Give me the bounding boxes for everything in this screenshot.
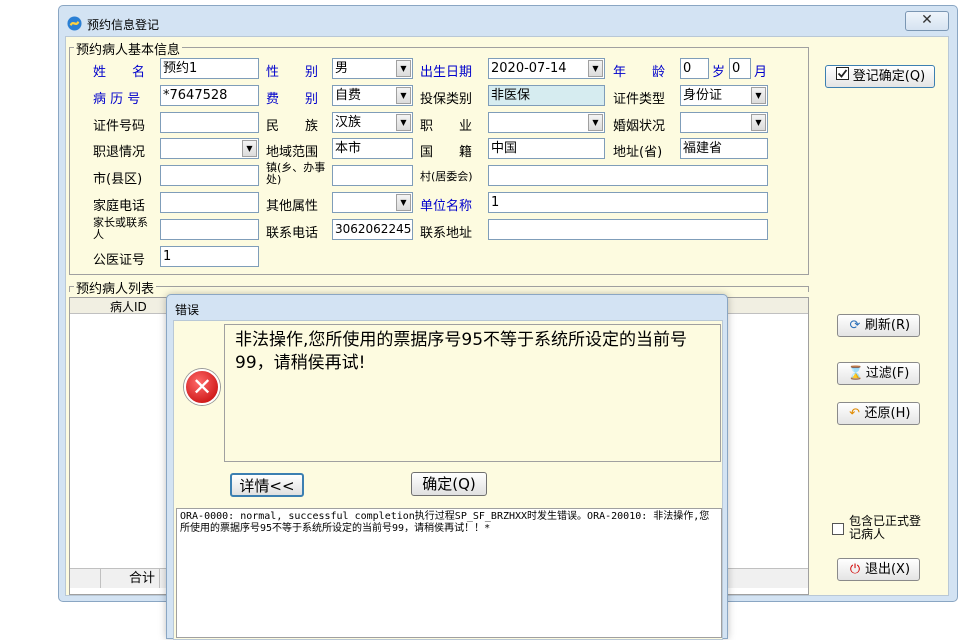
chevron-down-icon: ▼ bbox=[588, 60, 603, 77]
village-input[interactable] bbox=[488, 165, 768, 186]
other-attr-label: 其他属性 bbox=[266, 199, 319, 214]
contact-phone-input[interactable]: 3062062245 bbox=[332, 219, 413, 240]
restore-button[interactable]: ↶ 还原(H) bbox=[837, 402, 920, 425]
guardian-label: 家长或联系人 bbox=[93, 216, 148, 241]
refresh-button[interactable]: ⟳ 刷新(R) bbox=[837, 314, 920, 337]
record-no-label: 病 历 号 bbox=[93, 92, 141, 107]
record-no-input[interactable]: *7647528 bbox=[160, 85, 259, 106]
chevron-down-icon: ▼ bbox=[751, 114, 766, 131]
title-bar: 预约信息登记 ✕ bbox=[59, 6, 957, 36]
id-type-select[interactable]: 身份证 ▼ bbox=[680, 85, 768, 106]
fee-type-label: 费 别 bbox=[266, 92, 319, 107]
city-input[interactable] bbox=[160, 165, 259, 186]
error-message: 非法操作,您所使用的票据序号95不等于系统所设定的当前号99，请稍侯再试! bbox=[224, 324, 721, 462]
medcard-label: 公医证号 bbox=[93, 253, 146, 268]
chevron-down-icon: ▼ bbox=[588, 114, 603, 131]
home-phone-label: 家庭电话 bbox=[93, 199, 146, 214]
dialog-ok-button[interactable]: 确定(Q) bbox=[411, 472, 487, 496]
error-dialog: 错误 ✕ 非法操作,您所使用的票据序号95不等于系统所设定的当前号99，请稍侯再… bbox=[166, 294, 728, 640]
age-month-input[interactable]: 0 bbox=[729, 58, 751, 79]
nation-select[interactable]: 汉族 ▼ bbox=[332, 112, 413, 133]
error-icon: ✕ bbox=[184, 369, 220, 405]
id-type-label: 证件类型 bbox=[613, 92, 666, 107]
chevron-down-icon: ▼ bbox=[242, 140, 257, 157]
window-title: 预约信息登记 bbox=[87, 18, 160, 32]
include-registered-checkbox[interactable] bbox=[832, 523, 844, 535]
contact-address-input[interactable] bbox=[488, 219, 768, 240]
town-label: 镇(乡、办事处) bbox=[266, 161, 326, 186]
app-logo-icon bbox=[67, 16, 82, 31]
sex-label: 性 别 bbox=[266, 65, 319, 80]
province-label: 地址(省) bbox=[613, 145, 663, 160]
insurance-type-label: 投保类别 bbox=[420, 92, 473, 107]
power-icon: ⏻ bbox=[849, 562, 861, 577]
insurance-type-field[interactable]: 非医保 bbox=[488, 85, 605, 106]
country-label: 国 籍 bbox=[420, 145, 473, 160]
id-number-input[interactable] bbox=[160, 112, 259, 133]
region-input[interactable]: 本市 bbox=[332, 138, 413, 159]
age-label: 年 龄 bbox=[613, 65, 666, 80]
fee-type-select[interactable]: 自费 ▼ bbox=[332, 85, 413, 106]
column-patient-id[interactable]: 病人ID bbox=[110, 298, 147, 315]
nation-label: 民 族 bbox=[266, 119, 319, 134]
birth-label: 出生日期 bbox=[420, 65, 473, 80]
occupation-select[interactable]: ▼ bbox=[488, 112, 605, 133]
home-phone-input[interactable] bbox=[160, 192, 259, 213]
marital-label: 婚姻状况 bbox=[613, 119, 666, 134]
register-confirm-button[interactable]: 登记确定(Q) bbox=[825, 65, 935, 88]
city-label: 市(县区) bbox=[93, 172, 143, 187]
contact-phone-label: 联系电话 bbox=[266, 226, 319, 241]
hourglass-icon: ⌛ bbox=[847, 366, 864, 381]
age-year-input[interactable]: 0 bbox=[680, 58, 709, 79]
dialog-title: 错误 bbox=[175, 303, 200, 317]
unit-name-label: 单位名称 bbox=[420, 199, 473, 214]
guardian-input[interactable] bbox=[160, 219, 259, 240]
birth-date-picker[interactable]: 2020-07-14 ▼ bbox=[488, 58, 605, 79]
medcard-input[interactable]: 1 bbox=[160, 246, 259, 267]
patient-list-group: 预约病人列表 bbox=[69, 278, 809, 297]
age-month-unit: 月 bbox=[754, 65, 768, 80]
filter-button[interactable]: ⌛ 过滤(F) bbox=[837, 362, 920, 385]
contact-address-label: 联系地址 bbox=[420, 226, 473, 241]
chevron-down-icon: ▼ bbox=[396, 60, 411, 77]
name-label: 姓 名 bbox=[93, 65, 146, 80]
undo-arrow-icon: ↶ bbox=[849, 406, 860, 421]
error-details-text: ORA-0000: normal, successful completion执… bbox=[176, 508, 722, 638]
name-input[interactable]: 预约1 bbox=[160, 58, 259, 79]
refresh-icon: ⟳ bbox=[849, 318, 861, 333]
window-close-button[interactable]: ✕ bbox=[905, 11, 949, 31]
exit-button[interactable]: ⏻ 退出(X) bbox=[837, 558, 920, 581]
details-toggle-button[interactable]: 详情<< bbox=[230, 473, 304, 497]
dialog-body: ✕ 非法操作,您所使用的票据序号95不等于系统所设定的当前号99，请稍侯再试! … bbox=[173, 320, 723, 640]
chevron-down-icon: ▼ bbox=[396, 114, 411, 131]
region-label: 地域范围 bbox=[266, 145, 319, 160]
retire-label: 职退情况 bbox=[93, 145, 146, 160]
checkbox-checked-icon bbox=[835, 66, 851, 87]
chevron-down-icon: ▼ bbox=[396, 194, 411, 211]
province-input[interactable]: 福建省 bbox=[680, 138, 768, 159]
other-attr-select[interactable]: ▼ bbox=[332, 192, 413, 213]
include-registered-label: 包含已正式登记病人 bbox=[849, 514, 922, 541]
occupation-label: 职 业 bbox=[420, 119, 473, 134]
chevron-down-icon: ▼ bbox=[396, 87, 411, 104]
retire-select[interactable]: ▼ bbox=[160, 138, 259, 159]
age-year-unit: 岁 bbox=[712, 65, 726, 80]
marital-select[interactable]: ▼ bbox=[680, 112, 768, 133]
country-input[interactable]: 中国 bbox=[488, 138, 605, 159]
basic-info-title: 预约病人基本信息 bbox=[74, 39, 183, 58]
village-label: 村(居委会) bbox=[420, 170, 473, 183]
sex-select[interactable]: 男 ▼ bbox=[332, 58, 413, 79]
id-number-label: 证件号码 bbox=[93, 119, 146, 134]
patient-list-title: 预约病人列表 bbox=[74, 278, 157, 297]
unit-name-input[interactable]: 1 bbox=[488, 192, 768, 213]
chevron-down-icon: ▼ bbox=[751, 87, 766, 104]
town-input[interactable] bbox=[332, 165, 413, 186]
total-label: 合计 bbox=[100, 569, 160, 588]
